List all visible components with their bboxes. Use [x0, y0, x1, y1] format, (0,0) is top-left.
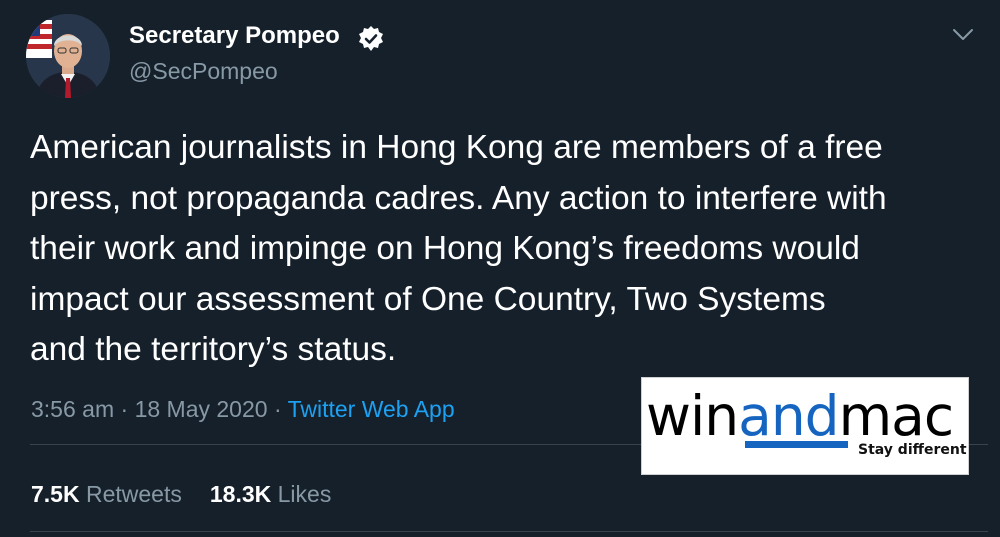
- watermark-brand: winandmac: [646, 384, 955, 448]
- tweet-meta: 3:56 am · 18 May 2020 · Twitter Web App: [31, 396, 455, 423]
- tweet-source-link[interactable]: Twitter Web App: [288, 396, 455, 422]
- likes-stat[interactable]: 18.3K Likes: [210, 481, 331, 507]
- watermark-tagline: Stay different: [858, 442, 967, 458]
- user-handle[interactable]: @SecPompeo: [129, 58, 278, 85]
- verified-badge-icon: [359, 26, 383, 51]
- winandmac-watermark-logo: winandmac Stay different: [641, 377, 969, 475]
- likes-label: Likes: [277, 481, 332, 507]
- chevron-down-icon[interactable]: [952, 28, 974, 42]
- retweets-stat[interactable]: 7.5K Retweets: [31, 481, 182, 507]
- tweet-time[interactable]: 3:56 am: [31, 396, 114, 422]
- watermark-brand-accent: and: [738, 384, 839, 448]
- tweet-text-line: impact our assessment of One Country, Tw…: [30, 280, 826, 318]
- tweet-text-line: press, not propaganda cadres. Any action…: [30, 179, 887, 217]
- meta-separator: ·: [120, 396, 129, 422]
- tweet-text-line: American journalists in Hong Kong are me…: [30, 129, 883, 166]
- tweet-text-line: and the territory’s status.: [30, 331, 397, 368]
- watermark-underline-bar: [745, 441, 848, 448]
- display-name[interactable]: Secretary Pompeo: [129, 22, 340, 50]
- avatar-image: [26, 14, 110, 98]
- watermark-brand-part: win: [646, 384, 739, 448]
- tweet-date[interactable]: 18 May 2020: [135, 396, 268, 422]
- divider: [30, 531, 988, 532]
- tweet-stats: 7.5K Retweets 18.3K Likes: [31, 481, 331, 508]
- meta-separator: ·: [273, 396, 282, 422]
- tweet-text-line: their work and impinge on Hong Kong’s fr…: [30, 230, 860, 267]
- retweets-label: Retweets: [85, 481, 182, 507]
- likes-count: 18.3K: [209, 481, 272, 507]
- avatar[interactable]: [26, 14, 110, 98]
- watermark-brand-part: mac: [838, 384, 955, 448]
- retweets-count: 7.5K: [31, 481, 80, 507]
- tweet-text: American journalists in Hong Kong are me…: [30, 123, 980, 376]
- tweet-card: Secretary Pompeo @SecPompeo American jou…: [0, 0, 1000, 537]
